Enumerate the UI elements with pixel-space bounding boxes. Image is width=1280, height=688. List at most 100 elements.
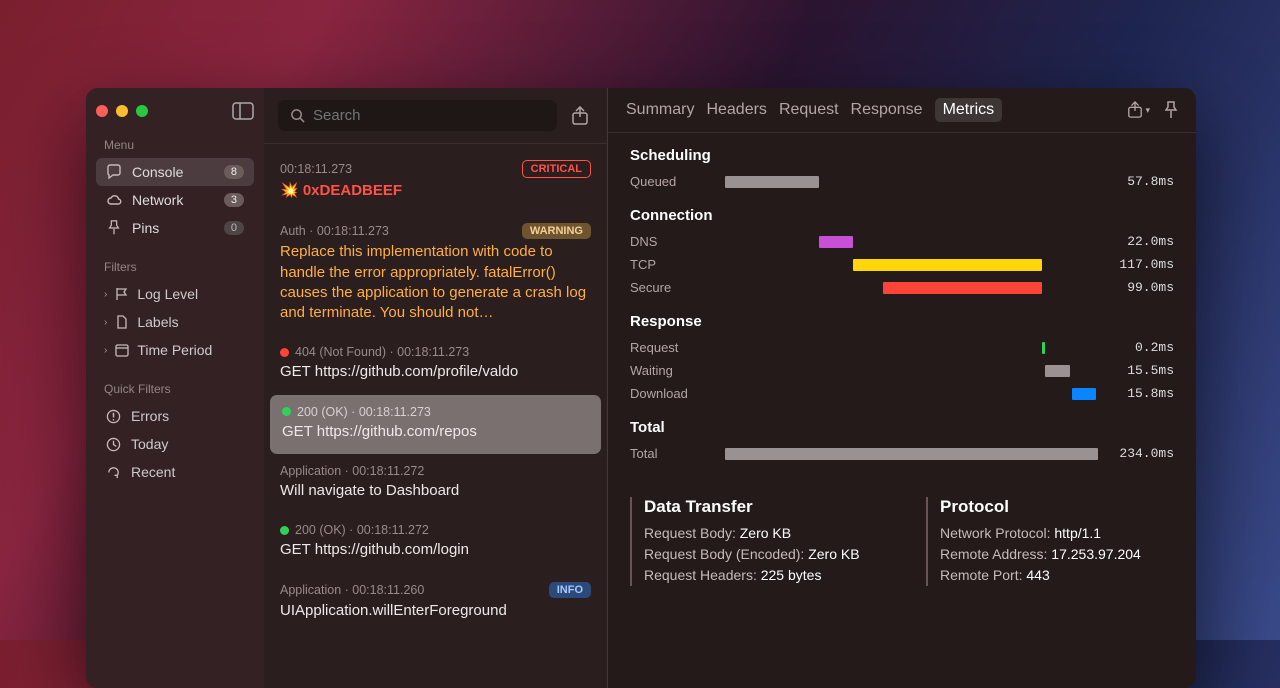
metric-track — [725, 176, 1102, 188]
metric-value: 57.8ms — [1102, 174, 1174, 189]
severity-badge: INFO — [549, 582, 591, 598]
metric-bar — [725, 448, 1098, 460]
detail-body: SchedulingQueued57.8msConnectionDNS22.0m… — [608, 133, 1196, 600]
metric-row-request: Request0.2ms — [630, 336, 1174, 359]
search-icon — [290, 108, 305, 123]
log-item[interactable]: Auth · 00:18:11.273WARNINGReplace this i… — [264, 213, 607, 335]
search-input[interactable] — [313, 107, 545, 124]
detail-value: Zero KB — [740, 525, 791, 541]
log-item[interactable]: 200 (OK) · 00:18:11.273GET https://githu… — [270, 395, 601, 454]
sidebar-item-label: Pins — [132, 220, 159, 236]
detail-key: Remote Address: — [940, 546, 1051, 562]
data-transfer-section: Data Transfer Request Body: Zero KBReque… — [630, 497, 878, 586]
calendar-icon — [115, 343, 129, 357]
chevron-right-icon: › — [104, 345, 107, 356]
tab-metrics[interactable]: Metrics — [935, 98, 1003, 122]
metric-value: 234.0ms — [1102, 446, 1174, 461]
metric-label: Request — [630, 340, 725, 355]
log-body: Will navigate to Dashboard — [280, 481, 591, 501]
metric-bar — [819, 236, 853, 248]
metric-value: 22.0ms — [1102, 234, 1174, 249]
filter-label: Log Level — [137, 286, 198, 302]
metric-row-download: Download15.8ms — [630, 382, 1174, 405]
zoom-window-icon[interactable] — [136, 105, 148, 117]
metric-row-total: Total 234.0ms — [630, 442, 1174, 465]
sidebar-item-pins[interactable]: Pins0 — [96, 214, 254, 242]
metric-track — [725, 448, 1102, 460]
metric-value: 99.0ms — [1102, 280, 1174, 295]
close-window-icon[interactable] — [96, 105, 108, 117]
minimize-window-icon[interactable] — [116, 105, 128, 117]
severity-badge: WARNING — [522, 223, 591, 239]
detail-key: Request Body (Encoded): — [644, 546, 808, 562]
metric-bar — [883, 282, 1041, 294]
filter-label: Time Period — [137, 342, 212, 358]
sidebar-toggle-icon[interactable] — [232, 102, 254, 120]
detail-value: 17.253.97.204 — [1051, 546, 1141, 562]
detail-key: Network Protocol: — [940, 525, 1054, 541]
metric-track — [725, 236, 1102, 248]
pin-icon — [106, 220, 122, 236]
tab-response[interactable]: Response — [851, 99, 923, 121]
tab-summary[interactable]: Summary — [626, 99, 694, 121]
log-body: GET https://github.com/login — [280, 540, 591, 560]
section-label-quick: Quick Filters — [104, 382, 246, 396]
detail-value: http/1.1 — [1054, 525, 1101, 541]
detail-value: 443 — [1026, 567, 1049, 583]
chevron-down-icon: ▾ — [1145, 105, 1150, 116]
log-item[interactable]: 00:18:11.273CRITICAL💥 0xDEADBEEF — [264, 150, 607, 213]
filter-log-level[interactable]: ›Log Level — [96, 280, 254, 308]
window-controls — [96, 102, 254, 120]
pin-button[interactable] — [1164, 101, 1178, 119]
log-item[interactable]: Application · 00:18:11.260INFOUIApplicat… — [264, 572, 607, 633]
detail-key: Request Headers: — [644, 567, 761, 583]
filter-time-period[interactable]: › Time Period — [96, 336, 254, 364]
detail-value: 225 bytes — [761, 567, 822, 583]
detail-panel: Summary Headers Request Response Metrics ▾ S… — [608, 88, 1196, 688]
detail-key: Remote Port: — [940, 567, 1026, 583]
status-dot-icon — [280, 526, 289, 535]
metric-label: DNS — [630, 234, 725, 249]
metric-track — [725, 282, 1102, 294]
sidebar-item-console[interactable]: Console8 — [96, 158, 254, 186]
protocol-section: Protocol Network Protocol: http/1.1Remot… — [926, 497, 1174, 586]
metric-track — [725, 259, 1102, 271]
tab-request[interactable]: Request — [779, 99, 839, 121]
log-item[interactable]: 404 (Not Found) · 00:18:11.273 GET https:… — [264, 335, 607, 394]
metric-bar — [853, 259, 1042, 271]
metric-label: Total — [630, 446, 725, 461]
log-item[interactable]: Application · 00:18:11.272Will navigate … — [264, 454, 607, 513]
tab-headers[interactable]: Headers — [706, 99, 766, 121]
metric-bar — [1045, 365, 1070, 377]
share-button[interactable] — [567, 103, 593, 129]
detail-row: Remote Port: 443 — [940, 565, 1174, 586]
log-list[interactable]: 00:18:11.273CRITICAL💥 0xDEADBEEFAuth · 0… — [264, 144, 607, 688]
detail-row: Request Body (Encoded): Zero KB — [644, 544, 878, 565]
log-meta: Application · 00:18:11.260INFO — [280, 582, 591, 598]
sidebar: Menu Console8Network3Pins0 Filters ›Log … — [86, 88, 264, 688]
log-meta: 404 (Not Found) · 00:18:11.273 — [280, 345, 591, 359]
export-button[interactable]: ▾ — [1127, 101, 1150, 119]
metric-value: 15.8ms — [1102, 386, 1174, 401]
log-meta: Auth · 00:18:11.273WARNING — [280, 223, 591, 239]
detail-row: Request Headers: 225 bytes — [644, 565, 878, 586]
toolbar — [264, 88, 607, 144]
doc-icon — [115, 315, 129, 329]
quickfilter-label: Recent — [131, 464, 175, 480]
quickfilter-errors[interactable]: Errors — [96, 402, 254, 430]
quickfilter-today[interactable]: Today — [96, 430, 254, 458]
metric-row-tcp: TCP117.0ms — [630, 253, 1174, 276]
filter-labels[interactable]: ›Labels — [96, 308, 254, 336]
log-item[interactable]: 200 (OK) · 00:18:11.272 GET https://githu… — [264, 513, 607, 572]
metric-row-queued: Queued57.8ms — [630, 170, 1174, 193]
section-label-menu: Menu — [104, 138, 246, 152]
sidebar-item-network[interactable]: Network3 — [96, 186, 254, 214]
log-body: GET https://github.com/profile/valdo — [280, 362, 591, 382]
metric-row-dns: DNS 22.0ms — [630, 230, 1174, 253]
chevron-right-icon: › — [104, 317, 107, 328]
search-input-wrap[interactable] — [278, 100, 557, 131]
log-body: 💥 0xDEADBEEF — [280, 181, 591, 201]
log-meta: 200 (OK) · 00:18:11.272 — [280, 523, 591, 537]
quickfilter-recent[interactable]: Recent — [96, 458, 254, 486]
section-label-filters: Filters — [104, 260, 246, 274]
